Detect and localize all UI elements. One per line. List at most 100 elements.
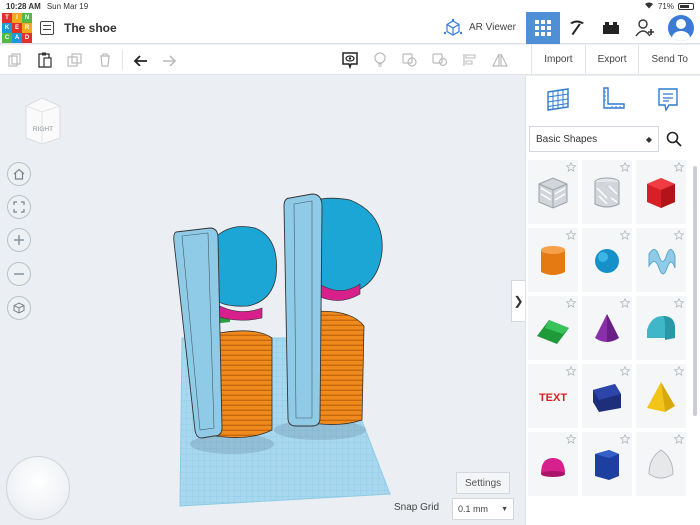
favorite-star-icon[interactable] (566, 298, 576, 308)
shape-tile-pyramid[interactable] (636, 364, 686, 428)
panel-scrollbar[interactable] (693, 166, 697, 416)
battery-fill (680, 4, 689, 8)
paste-button[interactable] (30, 45, 60, 75)
paste-icon (38, 52, 52, 68)
wifi-icon (644, 1, 654, 11)
redo-button[interactable] (155, 45, 185, 75)
scribble-icon (648, 249, 676, 275)
favorite-star-icon[interactable] (620, 230, 630, 240)
favorite-star-icon[interactable] (620, 162, 630, 172)
mirror-button[interactable] (485, 45, 515, 75)
notes-panel-button[interactable] (653, 84, 683, 114)
delete-button[interactable] (90, 45, 120, 75)
3d-design-mode-button[interactable] (526, 11, 560, 44)
invite-user-button[interactable] (628, 12, 662, 44)
roof-icon (537, 320, 569, 344)
left-orange-coil[interactable] (213, 330, 273, 438)
design-title[interactable]: The shoe (64, 21, 117, 35)
shape-tile-wedge[interactable] (582, 364, 632, 428)
shape-tile-scribble[interactable] (636, 228, 686, 292)
shape-tile-cylinder[interactable] (528, 228, 578, 292)
sphere-icon (595, 249, 619, 273)
duplicate-button[interactable] (60, 45, 90, 75)
favorite-star-icon[interactable] (566, 434, 576, 444)
shape-search-button[interactable] (659, 126, 689, 152)
favorite-star-icon[interactable] (566, 162, 576, 172)
ar-viewer-button[interactable]: AR Viewer (433, 18, 526, 38)
favorite-star-icon[interactable] (674, 298, 684, 308)
status-date: Sun Mar 19 (46, 1, 89, 11)
logo-letter: I (12, 12, 22, 23)
send-to-button[interactable]: Send To (638, 45, 700, 74)
grid-icon (535, 19, 551, 36)
mirror-icon (492, 53, 508, 67)
export-button[interactable]: Export (584, 45, 639, 74)
right-shoe-model[interactable] (283, 193, 383, 427)
shape-tile-roof[interactable] (528, 296, 578, 360)
chevron-right-icon: ❯ (513, 294, 524, 308)
pyramid-icon (647, 382, 675, 412)
pickaxe-icon (570, 20, 584, 35)
settings-button[interactable]: Settings (456, 472, 511, 494)
shape-tile-round-roof[interactable] (636, 296, 686, 360)
logo-letter: T (2, 12, 12, 23)
favorite-star-icon[interactable] (566, 366, 576, 376)
text-icon: TEXT (539, 392, 567, 404)
shape-tile-polygon[interactable] (582, 432, 632, 496)
snap-grid-label: Snap Grid (394, 502, 440, 513)
battery-icon (678, 2, 694, 10)
import-button[interactable]: Import (531, 45, 584, 74)
status-time: 10:28 AM (6, 1, 41, 11)
light-bulb-button[interactable] (365, 45, 395, 75)
shapes-panel: Basic Shapes ◆ TEXT (525, 76, 700, 525)
shape-tile-cone[interactable] (582, 296, 632, 360)
box-hole-icon (538, 177, 568, 209)
shape-tile-half-sphere[interactable] (528, 432, 578, 496)
workplane-button[interactable] (543, 84, 573, 114)
navigation-joystick[interactable] (6, 456, 70, 520)
favorite-star-icon[interactable] (674, 434, 684, 444)
ungroup-button[interactable] (425, 45, 455, 75)
ruler-icon (603, 87, 625, 109)
svg-text:TEXT: TEXT (539, 392, 567, 404)
brick-icon (603, 21, 619, 34)
ruler-button[interactable] (598, 84, 628, 114)
copy-button[interactable] (0, 45, 30, 75)
right-light-blue-sole[interactable] (283, 193, 323, 427)
favorite-star-icon[interactable] (674, 230, 684, 240)
polygon-icon (595, 450, 619, 480)
shape-library-select[interactable]: Basic Shapes ◆ (529, 126, 659, 152)
panel-collapse-button[interactable]: ❯ (511, 280, 525, 322)
favorite-star-icon[interactable] (620, 366, 630, 376)
notes-button[interactable] (335, 45, 365, 75)
favorite-star-icon[interactable] (674, 366, 684, 376)
favorite-star-icon[interactable] (674, 162, 684, 172)
redo-icon (163, 54, 177, 66)
3d-workspace[interactable]: RIGHT Settings Snap Grid 0.1 mm ▼ ❯ (0, 76, 525, 525)
battery-percent: 71% (657, 1, 674, 11)
favorite-star-icon[interactable] (566, 230, 576, 240)
snap-grid-select[interactable]: 0.1 mm ▼ (452, 498, 514, 520)
group-button[interactable] (395, 45, 425, 75)
user-avatar[interactable] (668, 14, 694, 41)
tinkercad-logo[interactable]: TINKERCAD (2, 12, 32, 43)
favorite-star-icon[interactable] (620, 298, 630, 308)
cylinder-icon (541, 246, 565, 275)
round-roof-icon (647, 316, 675, 340)
shape-tile-sphere[interactable] (582, 228, 632, 292)
favorite-star-icon[interactable] (620, 434, 630, 444)
shape-tile-box-hole[interactable] (528, 160, 578, 224)
align-button[interactable] (455, 45, 485, 75)
scene-canvas[interactable] (0, 76, 525, 525)
shape-tile-cylinder-hole[interactable] (582, 160, 632, 224)
logo-letter: N (22, 12, 32, 23)
bricks-mode-button[interactable] (594, 12, 628, 44)
undo-button[interactable] (125, 45, 155, 75)
shape-tile-text[interactable]: TEXT (528, 364, 578, 428)
minecraft-mode-button[interactable] (560, 12, 594, 44)
logo-letter: C (2, 32, 12, 43)
design-list-icon[interactable] (40, 20, 54, 35)
shape-tile-paraboloid[interactable] (636, 432, 686, 496)
shape-tile-box[interactable] (636, 160, 686, 224)
add-user-icon (635, 18, 654, 36)
